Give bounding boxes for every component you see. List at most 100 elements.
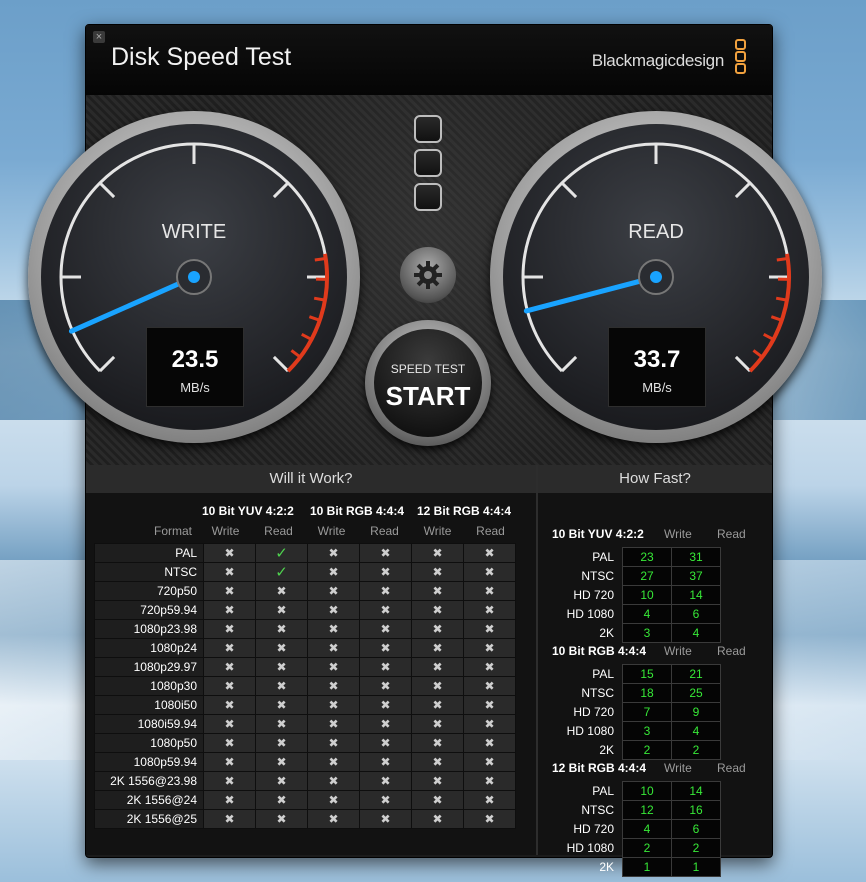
- table-row: 720p50 ✖ ✖ ✖ ✖ ✖ ✖: [94, 581, 516, 601]
- cross-icon: ✖: [463, 771, 516, 791]
- cross-icon: ✖: [411, 809, 464, 829]
- wiw-subheader: Write: [423, 524, 452, 538]
- table-row: PAL 10 14: [544, 781, 721, 801]
- cross-icon: ✖: [463, 733, 516, 753]
- write-speed-cell: 4: [622, 819, 672, 839]
- start-button-sublabel: SPEED TEST: [390, 362, 466, 376]
- cross-icon: ✖: [307, 714, 360, 734]
- cross-icon: ✖: [411, 657, 464, 677]
- read-gauge-label: READ: [628, 221, 684, 243]
- table-row: 1080p30 ✖ ✖ ✖ ✖ ✖ ✖: [94, 676, 516, 696]
- write-speed-cell: 1: [622, 857, 672, 877]
- read-redline-tick: [752, 349, 764, 359]
- cross-icon: ✖: [359, 543, 412, 563]
- table-row: PAL ✖ ✓ ✖ ✖ ✖ ✖: [94, 543, 516, 563]
- cross-icon: ✖: [203, 714, 256, 734]
- cross-icon: ✖: [255, 619, 308, 639]
- cross-icon: ✖: [411, 562, 464, 582]
- cross-icon: ✖: [203, 695, 256, 715]
- cross-icon: ✖: [203, 809, 256, 829]
- cross-icon: ✖: [203, 657, 256, 677]
- cross-icon: ✖: [255, 676, 308, 696]
- table-row: 2K 2 2: [544, 740, 721, 760]
- table-row: NTSC 12 16: [544, 800, 721, 820]
- write-speed-cell: 18: [622, 683, 672, 703]
- cross-icon: ✖: [307, 581, 360, 601]
- how-fast-group-header: 12 Bit RGB 4:4:4: [552, 761, 647, 775]
- start-button[interactable]: SPEED TEST START: [365, 320, 491, 446]
- read-redline-tick: [770, 315, 783, 322]
- settings-button[interactable]: [400, 247, 456, 303]
- read-speed-cell: 2: [671, 740, 721, 760]
- title-bar: × Disk Speed Test Blackmagicdesign: [86, 25, 772, 96]
- read-speed-cell: 31: [671, 547, 721, 567]
- write-redline-tick: [314, 257, 326, 262]
- cross-icon: ✖: [411, 771, 464, 791]
- write-tick: [98, 181, 116, 199]
- checkmark-icon: ✓: [255, 543, 308, 563]
- read-speed-cell: 4: [671, 721, 721, 741]
- write-readout: 23.5 MB/s: [146, 327, 244, 407]
- read-speed-cell: 2: [671, 838, 721, 858]
- table-row: 1080p50 ✖ ✖ ✖ ✖ ✖ ✖: [94, 733, 516, 753]
- cross-icon: ✖: [255, 657, 308, 677]
- cross-icon: ✖: [255, 695, 308, 715]
- cross-icon: ✖: [463, 619, 516, 639]
- write-redline-tick: [308, 315, 321, 322]
- format-cell: PAL: [592, 784, 614, 798]
- format-cell: NTSC: [581, 803, 614, 817]
- write-speed-cell: 3: [622, 721, 672, 741]
- format-cell: PAL: [592, 667, 614, 681]
- write-speed-cell: 2: [622, 838, 672, 858]
- cross-icon: ✖: [463, 638, 516, 658]
- read-speed-cell: 6: [671, 604, 721, 624]
- cross-icon: ✖: [411, 581, 464, 601]
- format-cell: HD 720: [573, 705, 614, 719]
- cross-icon: ✖: [203, 581, 256, 601]
- how-fast-group-header: 10 Bit YUV 4:2:2: [552, 527, 644, 541]
- cross-icon: ✖: [359, 790, 412, 810]
- cross-icon: ✖: [307, 771, 360, 791]
- cross-icon: ✖: [307, 809, 360, 829]
- read-tick: [734, 355, 752, 373]
- close-button[interactable]: ×: [93, 31, 105, 43]
- table-row: 1080i59.94 ✖ ✖ ✖ ✖ ✖ ✖: [94, 714, 516, 734]
- table-row: NTSC 27 37: [544, 566, 721, 586]
- write-speed-cell: 2: [622, 740, 672, 760]
- cross-icon: ✖: [411, 752, 464, 772]
- cross-icon: ✖: [307, 657, 360, 677]
- target-drive-button-3[interactable]: [414, 183, 442, 211]
- write-speed-cell: 7: [622, 702, 672, 722]
- will-it-work-panel: 10 Bit YUV 4:2:2 10 Bit RGB 4:4:4 12 Bit…: [86, 493, 536, 855]
- read-column-header: Read: [717, 644, 746, 658]
- cross-icon: ✖: [203, 752, 256, 772]
- target-drive-button[interactable]: [414, 115, 442, 143]
- cross-icon: ✖: [359, 714, 412, 734]
- read-tick: [734, 181, 752, 199]
- cross-icon: ✖: [411, 619, 464, 639]
- how-fast-group-header: 10 Bit RGB 4:4:4: [552, 644, 647, 658]
- cross-icon: ✖: [255, 600, 308, 620]
- read-speed-cell: 9: [671, 702, 721, 722]
- cross-icon: ✖: [307, 600, 360, 620]
- table-row: 2K 1556@23.98 ✖ ✖ ✖ ✖ ✖ ✖: [94, 771, 516, 791]
- cross-icon: ✖: [255, 638, 308, 658]
- format-cell: NTSC: [94, 562, 204, 582]
- read-column-header: Read: [717, 761, 746, 775]
- table-row: 1080p59.94 ✖ ✖ ✖ ✖ ✖ ✖: [94, 752, 516, 772]
- cross-icon: ✖: [411, 695, 464, 715]
- format-cell: PAL: [94, 543, 204, 563]
- cross-icon: ✖: [307, 619, 360, 639]
- cross-icon: ✖: [203, 733, 256, 753]
- start-button-face: SPEED TEST START: [374, 329, 482, 437]
- table-row: 1080p23.98 ✖ ✖ ✖ ✖ ✖ ✖: [94, 619, 516, 639]
- format-cell: NTSC: [581, 686, 614, 700]
- table-row: 720p59.94 ✖ ✖ ✖ ✖ ✖ ✖: [94, 600, 516, 620]
- write-speed-cell: 27: [622, 566, 672, 586]
- table-row: PAL 23 31: [544, 547, 721, 567]
- read-speed-unit: MB/s: [642, 380, 672, 395]
- write-speed-cell: 12: [622, 800, 672, 820]
- read-speed-cell: 25: [671, 683, 721, 703]
- wiw-group-header: 10 Bit RGB 4:4:4: [310, 504, 405, 518]
- target-drive-button-2[interactable]: [414, 149, 442, 177]
